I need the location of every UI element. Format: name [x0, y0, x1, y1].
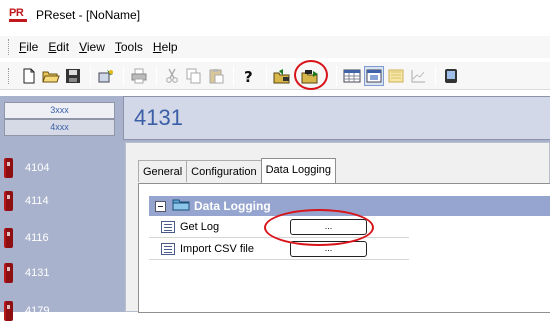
- device-label: 4179: [25, 305, 50, 317]
- svg-text:?: ?: [244, 68, 253, 84]
- title-bar: PR PReset - [NoName]: [0, 0, 550, 30]
- copy-icon[interactable]: [184, 66, 204, 86]
- collapse-icon[interactable]: [155, 200, 166, 212]
- menu-bar: File Edit View Tools Help: [0, 36, 550, 58]
- chart-view-icon[interactable]: [386, 66, 406, 86]
- toolbar-grip[interactable]: [8, 67, 11, 84]
- content-panel: General Configuration Data Logging Data …: [125, 142, 550, 313]
- device-item-4131[interactable]: 4131: [4, 261, 49, 285]
- device-icon: [4, 301, 13, 321]
- device-icon: [4, 191, 13, 211]
- cut-icon[interactable]: [162, 66, 182, 86]
- save-icon[interactable]: [63, 66, 83, 86]
- menu-file[interactable]: File: [19, 40, 38, 54]
- row-icon: [161, 243, 175, 255]
- device-list-panel: 3xxx 4xxx 4104 4114 4116 4131 4179: [0, 96, 115, 321]
- device-number: 4131: [134, 105, 183, 130]
- open-folder-icon[interactable]: [41, 66, 61, 86]
- device-item-4116[interactable]: 4116: [4, 226, 49, 250]
- device-heading: 4131: [123, 96, 550, 140]
- row-import-csv: Import CSV file ...: [149, 240, 409, 258]
- highlight-ring: [294, 59, 328, 90]
- device-label: 4116: [25, 232, 49, 244]
- device-label: 4114: [25, 195, 49, 207]
- device-item-4114[interactable]: 4114: [4, 189, 49, 213]
- form-view-icon[interactable]: [364, 65, 384, 86]
- device-item-4104[interactable]: 4104: [4, 156, 49, 180]
- help-icon[interactable]: ?: [239, 66, 259, 86]
- family-tab-3xxx[interactable]: 3xxx: [4, 102, 115, 119]
- device-icon: [4, 263, 13, 283]
- paste-icon[interactable]: [206, 66, 226, 86]
- device-label: 4131: [25, 267, 50, 279]
- folder-icon: [172, 198, 190, 214]
- menu-view[interactable]: View: [79, 40, 105, 54]
- row-label: Import CSV file: [180, 243, 254, 255]
- section-title: Data Logging: [194, 199, 271, 213]
- tab-strip: General Configuration Data Logging: [138, 157, 337, 183]
- window-title: PReset - [NoName]: [36, 8, 141, 22]
- tab-data-logging[interactable]: Data Logging: [260, 158, 337, 183]
- write-to-device-icon[interactable]: [294, 59, 328, 90]
- tab-general[interactable]: General: [138, 160, 188, 182]
- device-icon: [4, 228, 13, 248]
- wizard-icon[interactable]: [96, 66, 116, 86]
- row-label: Get Log: [180, 221, 220, 233]
- read-from-device-icon[interactable]: [272, 66, 292, 86]
- row-icon: [161, 221, 175, 233]
- menu-help[interactable]: Help: [153, 40, 178, 54]
- family-tab-4xxx[interactable]: 4xxx: [4, 119, 115, 136]
- get-log-highlight-ring: [264, 209, 374, 246]
- device-item-4179[interactable]: 4179: [4, 299, 49, 323]
- tab-configuration[interactable]: Configuration: [186, 160, 262, 182]
- menu-grip[interactable]: [8, 39, 11, 55]
- app-logo: PR: [8, 7, 30, 22]
- menu-edit[interactable]: Edit: [48, 40, 69, 54]
- data-logging-page: Data Logging Get Log ... Import CSV file…: [138, 183, 550, 313]
- toolbar: ?: [0, 59, 550, 90]
- menu-tools[interactable]: Tools: [115, 40, 143, 54]
- print-icon[interactable]: [129, 66, 149, 86]
- new-file-icon[interactable]: [19, 66, 39, 86]
- monitor-icon[interactable]: [441, 66, 461, 86]
- device-label: 4104: [25, 162, 50, 174]
- device-icon: [4, 158, 13, 178]
- grid-view-icon[interactable]: [342, 66, 362, 86]
- main-area: 4131 General Configuration Data Logging …: [115, 96, 550, 313]
- line-graph-icon[interactable]: [408, 66, 428, 86]
